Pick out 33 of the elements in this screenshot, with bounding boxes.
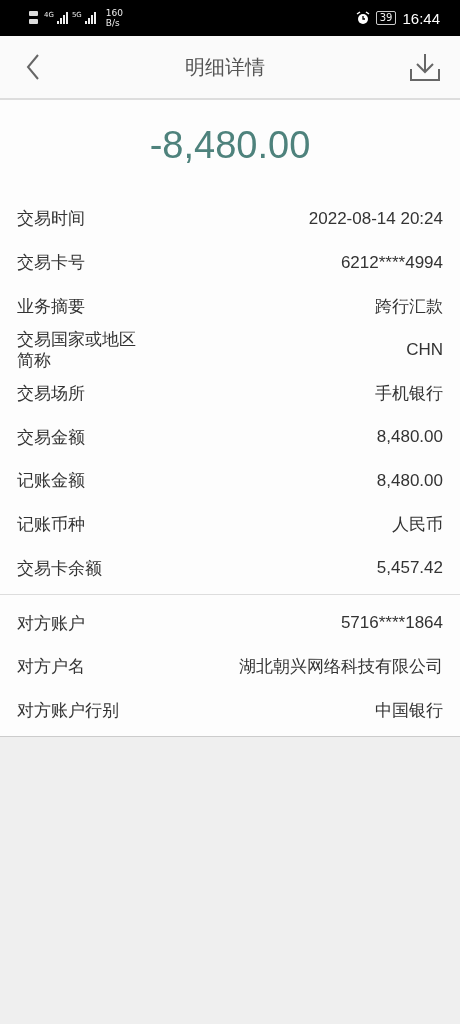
field-label: 记账金额 [17, 470, 85, 492]
field-value: CHN [406, 339, 443, 360]
field-value: 湖北朝兴网络科技有限公司 [239, 656, 443, 679]
field-label: 记账币种 [17, 514, 85, 536]
field-value: 跨行汇款 [375, 295, 443, 318]
field-label: 对方账户 [17, 612, 85, 634]
field-value: 中国银行 [375, 699, 443, 722]
field-value: 8,480.00 [376, 427, 443, 448]
field-label: 交易卡号 [17, 252, 85, 274]
field-label: 交易场所 [17, 383, 85, 405]
field-label: 交易卡余额 [17, 557, 102, 579]
page-title: 明细详情 [185, 53, 265, 81]
amount-total: -8,480.00 [148, 123, 312, 168]
speed-unit: B/s [105, 18, 121, 28]
field-label: 交易金额 [17, 426, 85, 448]
field-value: 6212****4994 [340, 252, 443, 273]
field-label: 对方账户行别 [17, 699, 119, 721]
field-value: 8,480.00 [376, 470, 443, 491]
field-label: 对方户名 [17, 656, 85, 678]
clock-time: 16:44 [402, 9, 440, 27]
field-label: 业务摘要 [17, 295, 85, 317]
field-value: 手机银行 [375, 383, 443, 406]
battery-level: 39 [375, 11, 397, 25]
field-value: 2022-08-14 20:24 [308, 208, 443, 229]
signal-icon [56, 12, 69, 24]
signal-icon [84, 12, 97, 24]
field-label: 交易时间 [17, 208, 85, 230]
alarm-icon [355, 11, 370, 25]
field-label: 交易国家或地区简称 [17, 328, 137, 371]
field-value: 5,457.42 [376, 558, 443, 579]
speed-value: 160 [105, 8, 123, 18]
field-value: 人民币 [392, 514, 443, 537]
field-value: 5716****1864 [340, 613, 443, 634]
